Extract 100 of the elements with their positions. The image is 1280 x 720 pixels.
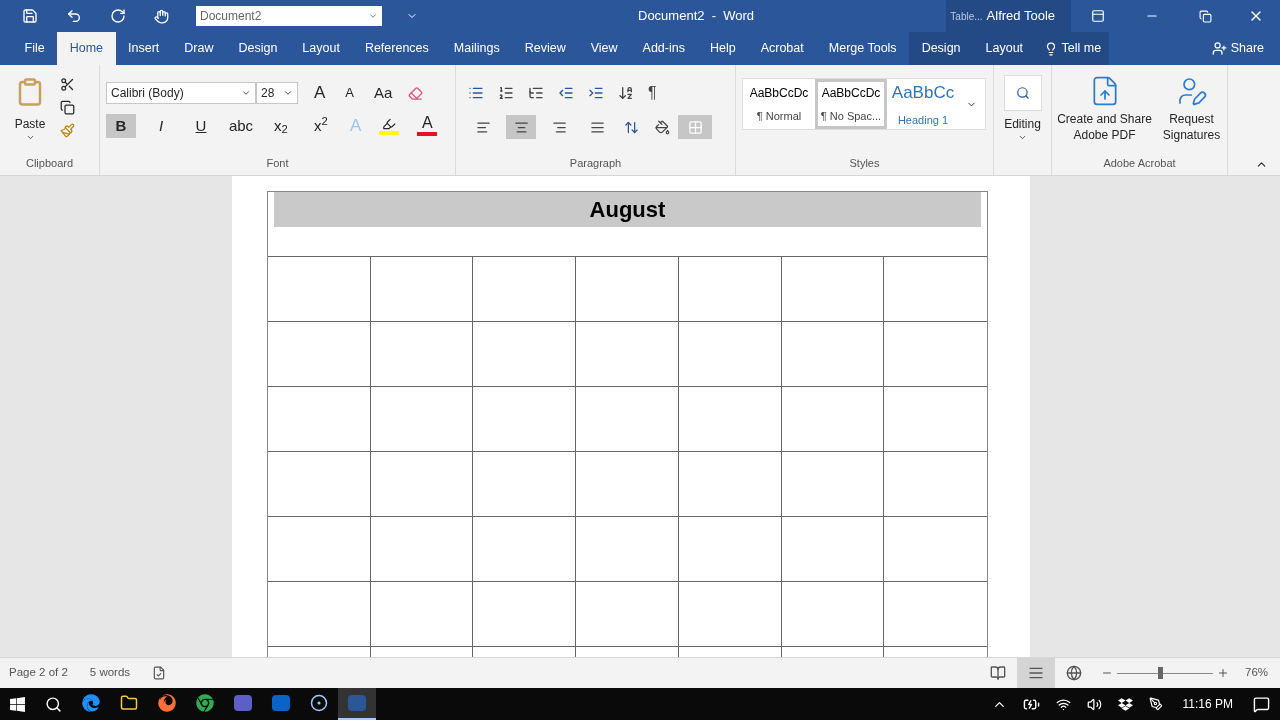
ribbon-tab[interactable]: Draw: [171, 32, 226, 65]
cut-icon[interactable]: [60, 77, 75, 92]
group-label: Paragraph: [568, 155, 623, 171]
ribbon-tab[interactable]: Review: [512, 32, 579, 65]
font-name-field[interactable]: Calibri (Body): [106, 82, 256, 104]
view-button[interactable]: [1017, 658, 1055, 688]
show-marks-button[interactable]: ¶: [648, 81, 657, 105]
touch-icon[interactable]: [154, 8, 169, 24]
ribbon-tab[interactable]: Layout: [289, 32, 353, 65]
book-icon: [990, 665, 1006, 681]
heading-cell: August: [274, 192, 981, 227]
create-pdf-button[interactable]: Create and Share Adobe PDF: [1054, 75, 1155, 143]
restore-icon[interactable]: [1199, 9, 1212, 23]
group-label: Font: [265, 155, 290, 171]
ribbon-tab[interactable]: Mailings: [441, 32, 513, 65]
ribbon-tab[interactable]: Merge Tools: [816, 32, 910, 65]
ribbon-tab[interactable]: Insert: [115, 32, 172, 65]
save-icon[interactable]: [22, 8, 38, 24]
format-button[interactable]: I: [146, 113, 176, 138]
format-button[interactable]: B: [106, 113, 136, 138]
format-button[interactable]: x$_{2}$: [266, 113, 296, 138]
align-icon: [475, 119, 491, 135]
ribbon-tab[interactable]: Add-ins: [630, 32, 698, 65]
zoom-level[interactable]: 76%: [1245, 664, 1275, 682]
notifications-icon[interactable]: [1253, 695, 1270, 713]
ribbon-tab[interactable]: Design: [225, 32, 290, 65]
wifi-icon[interactable]: [1055, 696, 1071, 712]
pen-icon[interactable]: [1148, 697, 1163, 711]
format-painter-icon[interactable]: [60, 123, 75, 138]
folder-icon: [120, 694, 138, 712]
ribbon-tab[interactable]: File: [12, 32, 58, 65]
user-name: Alfred Toole: [986, 7, 1056, 26]
tell-me-button[interactable]: Tell me: [1035, 32, 1110, 65]
group-label: Adobe Acrobat: [1102, 155, 1177, 171]
sort-icon[interactable]: [618, 85, 634, 101]
grow-font-button[interactable]: A: [310, 81, 330, 105]
box-icon[interactable]: [1117, 696, 1133, 712]
style-item[interactable]: AaBbCcDc ¶ Normal: [743, 79, 815, 129]
word-count[interactable]: 5 words: [89, 664, 131, 682]
numbering-icon[interactable]: [498, 85, 514, 101]
zoom-in-icon[interactable]: [1217, 667, 1229, 679]
page-count[interactable]: Page 2 of 2: [9, 664, 68, 682]
ribbon-display-icon[interactable]: [1091, 9, 1105, 23]
redo-icon[interactable]: [110, 8, 126, 24]
globe-icon: [1066, 665, 1082, 681]
context-label: Table...: [950, 9, 983, 24]
group-label: Styles: [848, 155, 881, 171]
start-icon[interactable]: [9, 695, 26, 713]
ribbon-tab[interactable]: Home: [57, 32, 116, 65]
undo-icon[interactable]: [66, 8, 82, 24]
ribbon-tab[interactable]: Design: [909, 32, 974, 65]
caret-icon: [241, 88, 251, 98]
caret-icon: [368, 11, 378, 21]
eraser-icon[interactable]: [408, 85, 424, 101]
fox-icon: [158, 694, 176, 712]
line-spacing-icon[interactable]: [624, 119, 639, 135]
clock-time[interactable]: 11:16 PM: [1182, 695, 1233, 713]
share-button[interactable]: Share: [1195, 32, 1280, 65]
copy-icon[interactable]: [60, 100, 75, 115]
decrease-indent-icon[interactable]: [558, 85, 574, 101]
bullets-icon[interactable]: [468, 85, 484, 101]
browser-icon: [82, 694, 100, 712]
grid-icon: [687, 119, 703, 135]
highlight-color: [379, 130, 400, 135]
align-button[interactable]: [506, 115, 536, 139]
align-icon: [551, 119, 567, 135]
group-label: Clipboard: [24, 155, 75, 171]
ribbon-tab[interactable]: View: [578, 32, 631, 65]
shrink-font-button[interactable]: A: [341, 81, 358, 105]
search-icon[interactable]: [45, 695, 62, 713]
format-button[interactable]: abc: [226, 113, 256, 138]
ribbon-tab[interactable]: Acrobat: [748, 32, 817, 65]
shading-icon[interactable]: [655, 119, 670, 135]
taskbar-app[interactable]: [338, 688, 376, 720]
multilevel-list-icon[interactable]: [528, 85, 544, 101]
page-icon: [1028, 665, 1044, 681]
wheel-icon: [196, 694, 214, 712]
format-button[interactable]: x$^{2}$: [306, 113, 336, 138]
ribbon-tab[interactable]: Layout: [973, 32, 1036, 65]
caret-icon: [1018, 133, 1027, 142]
change-case-button[interactable]: Aa: [370, 81, 397, 105]
person-icon: [1211, 41, 1227, 56]
ribbon-tab[interactable]: Help: [697, 32, 749, 65]
caret-icon: [283, 88, 293, 98]
style-item[interactable]: AaBbCcDc ¶ No Spac...: [815, 79, 887, 129]
request-signatures-button[interactable]: Request Signatures: [1158, 75, 1225, 143]
paste-button[interactable]: Paste: [0, 73, 60, 155]
align-icon: [589, 119, 605, 135]
format-button[interactable]: U: [186, 113, 216, 138]
window-title: Document2 - Word: [638, 7, 755, 26]
align-icon: [513, 119, 529, 135]
zoom-thumb[interactable]: [1158, 666, 1164, 679]
font-color-button[interactable]: A: [413, 115, 442, 137]
font-size-field[interactable]: 28: [256, 82, 298, 104]
ribbon-tab[interactable]: References: [352, 32, 442, 65]
document-field[interactable]: Document2: [196, 6, 382, 26]
volume-icon[interactable]: [1086, 696, 1102, 712]
proofing-icon[interactable]: [152, 666, 167, 680]
style-item[interactable]: AaBbCc Heading 1: [887, 79, 959, 129]
increase-indent-icon[interactable]: [588, 85, 604, 101]
